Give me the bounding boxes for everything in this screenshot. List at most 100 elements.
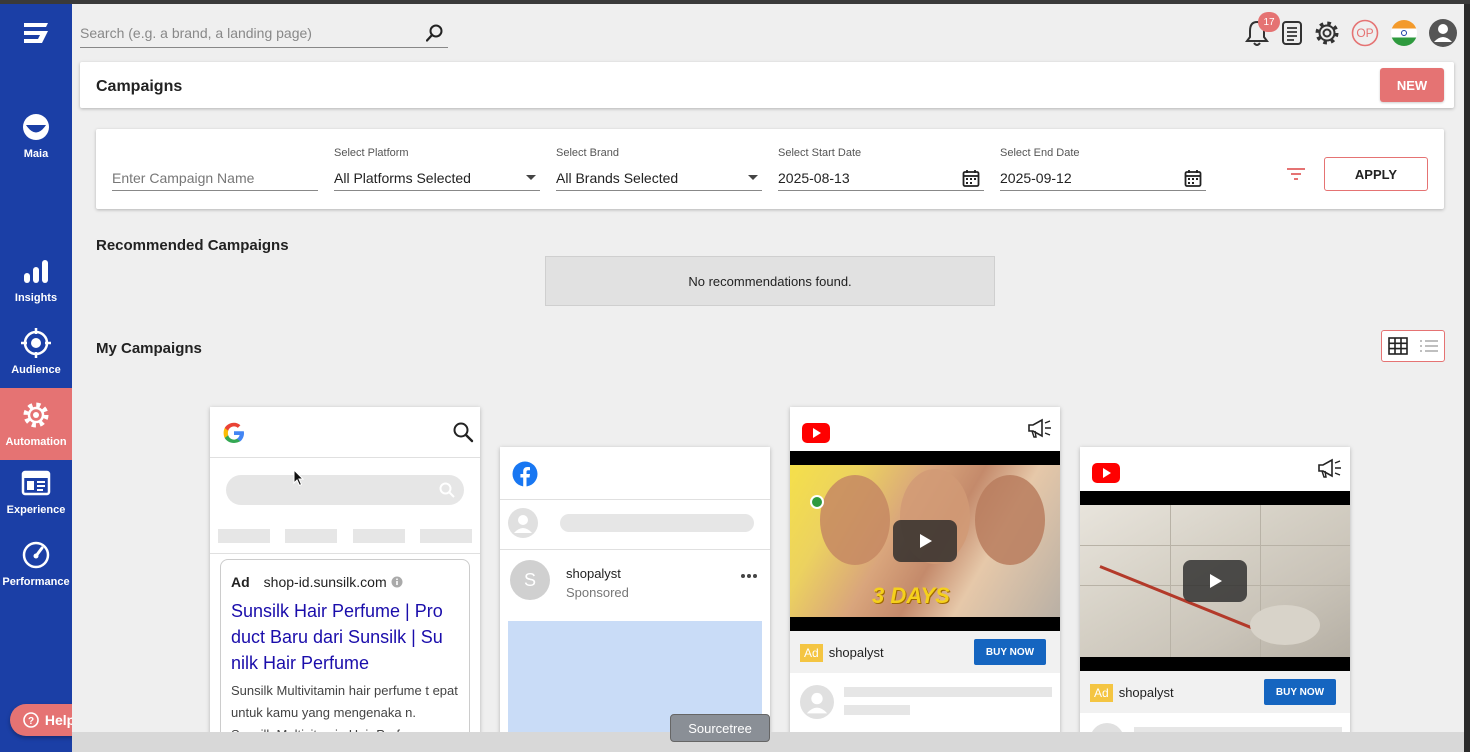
play-button[interactable]: [893, 520, 957, 562]
search-bar: [80, 18, 448, 48]
user-avatar-icon: [1429, 19, 1457, 47]
google-ad-preview-card[interactable]: Ad shop-id.sunsilk.com Sunsilk Hair Perf…: [210, 407, 480, 732]
search-icon[interactable]: [426, 24, 444, 42]
ad-headline: Sunsilk Hair Perfume | Pro duct Baru dar…: [231, 601, 443, 673]
dropdown-caret-icon: [526, 175, 536, 180]
ad-channel-row: Ad shopalyst: [800, 644, 884, 662]
mouse-cursor-icon: [293, 469, 305, 487]
campaign-name-input[interactable]: Enter Campaign Name: [112, 165, 318, 191]
youtube-ad-preview-card[interactable]: 3 DAYS Ad shopalyst BUY NOW: [790, 407, 1060, 732]
sidebar: Maia Insights Audience Automation Experi…: [0, 4, 72, 752]
sidebar-item-label: Audience: [11, 364, 61, 376]
play-button[interactable]: [1183, 560, 1247, 602]
google-logo-icon: [223, 422, 244, 443]
window-edge: [1464, 4, 1470, 752]
grid-icon: [1387, 337, 1408, 355]
youtube-ad-preview-card[interactable]: Ad shopalyst BUY NOW: [1080, 447, 1350, 732]
info-icon: [391, 576, 403, 588]
megaphone-icon: [1318, 458, 1341, 478]
ad-cta-bar: Ad shopalyst BUY NOW: [790, 631, 1060, 673]
youtube-logo-icon: [802, 423, 830, 443]
placeholder-bar: [560, 514, 754, 532]
search-placeholder-bar: [226, 475, 464, 505]
calendar-icon[interactable]: [1184, 169, 1202, 187]
campaign-name-field: Enter Campaign Name: [112, 147, 318, 191]
sidebar-item-maia[interactable]: Maia: [0, 100, 72, 172]
page-header: Campaigns NEW: [80, 62, 1454, 108]
brand-value: All Brands Selected: [556, 169, 679, 186]
sidebar-item-label: Automation: [5, 436, 67, 448]
start-date-label: Select Start Date: [778, 147, 862, 159]
avatar-placeholder: [1090, 723, 1124, 732]
avatar-placeholder: [800, 685, 834, 719]
placeholder-tab: [353, 529, 405, 543]
buy-now-button[interactable]: BUY NOW: [974, 639, 1046, 665]
sidebar-item-experience[interactable]: Experience: [0, 456, 72, 528]
brand-badge: [810, 495, 824, 509]
app-logo[interactable]: [22, 20, 50, 46]
facebook-ad-preview-card[interactable]: S shopalyst Sponsored: [500, 447, 770, 732]
avatar-placeholder: [508, 508, 538, 538]
platform-value: All Platforms Selected: [334, 169, 471, 186]
dropdown-caret-icon: [748, 175, 758, 180]
end-date-value: 2025-09-12: [1000, 169, 1072, 186]
reports-button[interactable]: [1277, 18, 1307, 48]
page-title: Campaigns: [96, 78, 183, 95]
settings-button[interactable]: [1312, 18, 1342, 48]
help-label: Help: [44, 712, 76, 728]
country-selector[interactable]: [1389, 18, 1419, 48]
more-options-icon[interactable]: [740, 573, 758, 579]
sponsored-label: Sponsored: [566, 585, 629, 600]
ad-cta-bar: Ad shopalyst BUY NOW: [1080, 671, 1350, 713]
end-date-input[interactable]: 2025-09-12: [1000, 165, 1206, 191]
ad-description: Sunsilk Multivitamin hair perfume t epat…: [231, 683, 458, 732]
video-overlay-text: 3 DAYS: [872, 583, 950, 608]
sidebar-item-automation[interactable]: Automation: [0, 388, 72, 460]
divider: [210, 553, 480, 554]
list-icon: [1419, 340, 1438, 352]
help-icon: ?: [23, 712, 39, 728]
no-recommendations-message: No recommendations found.: [545, 256, 995, 306]
search-icon: [453, 422, 474, 443]
ad-tag: Ad: [800, 644, 823, 662]
divider: [500, 499, 770, 500]
start-date-field: Select Start Date 2025-08-13: [778, 147, 984, 191]
youtube-logo-icon: [1092, 463, 1120, 483]
placeholder-line: [844, 687, 1052, 697]
sidebar-item-audience[interactable]: Audience: [0, 316, 72, 388]
apply-button[interactable]: APPLY: [1324, 157, 1428, 191]
play-icon: [920, 534, 932, 548]
platform-select[interactable]: All Platforms Selected: [334, 165, 540, 191]
sidebar-item-insights[interactable]: Insights: [0, 244, 72, 316]
list-view-button[interactable]: [1413, 331, 1444, 361]
facebook-logo-icon: [512, 461, 538, 487]
ad-tag: Ad: [231, 574, 250, 590]
sidebar-item-label: Maia: [23, 148, 49, 160]
page-name: shopalyst: [566, 566, 621, 581]
user-initials-button[interactable]: OP: [1350, 18, 1380, 48]
start-date-value: 2025-08-13: [778, 169, 850, 186]
brand-select-field: Select Brand All Brands Selected: [556, 147, 762, 191]
new-campaign-button[interactable]: NEW: [1380, 68, 1444, 102]
search-input[interactable]: [80, 24, 420, 41]
dock-tooltip: Sourcetree: [670, 714, 770, 742]
user-initials: OP: [1356, 26, 1374, 40]
megaphone-icon: [1028, 418, 1051, 438]
channel-name: shopalyst: [828, 645, 884, 660]
view-toggle: [1381, 330, 1445, 362]
video-player[interactable]: 3 DAYS: [790, 451, 1060, 631]
channel-name: shopalyst: [1118, 685, 1174, 700]
calendar-icon[interactable]: [962, 169, 980, 187]
start-date-input[interactable]: 2025-08-13: [778, 165, 984, 191]
sidebar-item-performance[interactable]: Performance: [0, 528, 72, 600]
page-avatar: S: [510, 560, 550, 600]
brand-select[interactable]: All Brands Selected: [556, 165, 762, 191]
placeholder-tab: [420, 529, 472, 543]
filter-icon[interactable]: [1286, 167, 1306, 181]
video-player[interactable]: [1080, 491, 1350, 671]
grid-view-button[interactable]: [1382, 331, 1413, 361]
gear-icon: [23, 402, 49, 428]
ad-domain: shop-id.sunsilk.com: [263, 574, 387, 590]
buy-now-button[interactable]: BUY NOW: [1264, 679, 1336, 705]
profile-button[interactable]: [1428, 18, 1458, 48]
